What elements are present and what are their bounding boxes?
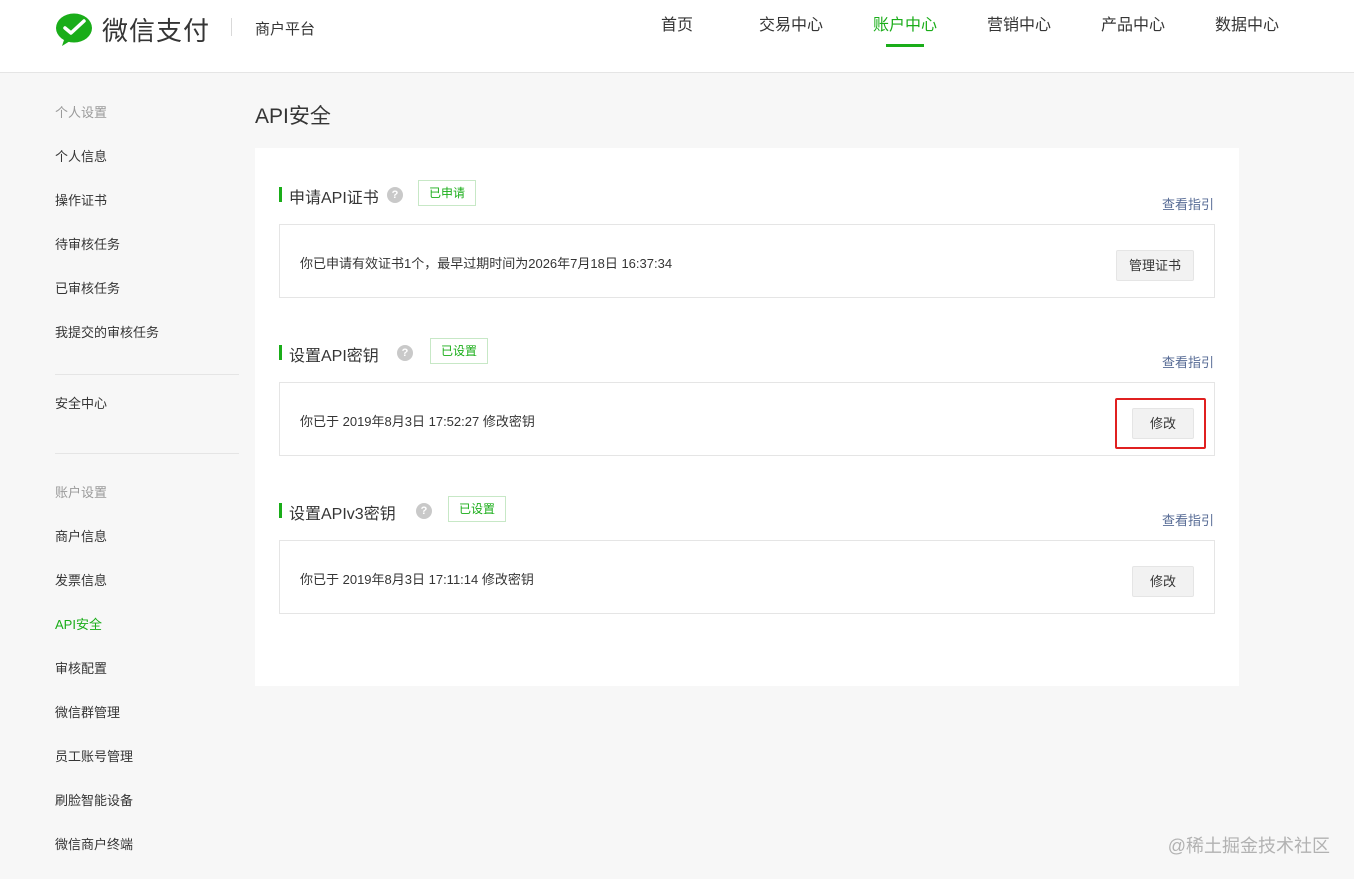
sidebar-divider xyxy=(55,453,239,454)
wechat-pay-logo-icon xyxy=(56,13,92,46)
sidebar-group-title-personal: 个人设置 xyxy=(55,105,108,120)
help-icon[interactable]: ? xyxy=(416,503,432,519)
section-header-apiv3-key: 设置APIv3密钥 ? 已设置 查看指引 xyxy=(279,496,1214,529)
sidebar-item-operation-cert[interactable]: 操作证书 xyxy=(55,170,239,214)
watermark-text: @稀土掘金技术社区 xyxy=(1167,836,1330,856)
sidebar-item-invoice-info[interactable]: 发票信息 xyxy=(55,550,239,594)
guide-link[interactable]: 查看指引 xyxy=(1162,194,1214,213)
section-header-api-cert: 申请API证书 ? 已申请 查看指引 xyxy=(279,180,1214,213)
section-accent-bar xyxy=(279,187,282,202)
header-divider xyxy=(231,18,232,36)
section-accent-bar xyxy=(279,345,282,360)
sidebar-item-api-security[interactable]: API安全 xyxy=(55,594,239,638)
sidebar-item-merchant-terminal[interactable]: 微信商户终端 xyxy=(55,814,239,858)
nav-data-center[interactable]: 数据中心 xyxy=(1190,0,1304,73)
section-title: 设置API密钥 xyxy=(289,348,379,365)
manage-cert-button[interactable]: 管理证书 xyxy=(1116,250,1194,281)
platform-name: 商户平台 xyxy=(255,21,316,38)
sidebar-item-pending-review[interactable]: 待审核任务 xyxy=(55,214,239,258)
guide-link[interactable]: 查看指引 xyxy=(1162,510,1214,529)
top-nav: 首页 交易中心 账户中心 营销中心 产品中心 数据中心 xyxy=(620,0,1304,73)
status-badge: 已申请 xyxy=(418,180,477,206)
section-accent-bar xyxy=(279,503,282,518)
page-title: API安全 xyxy=(255,105,331,128)
section-header-api-key: 设置API密钥 ? 已设置 查看指引 xyxy=(279,338,1214,371)
section-description: 你已于 2019年8月3日 17:52:27 修改密钥 xyxy=(300,414,535,429)
highlight-annotation-box xyxy=(1115,398,1206,449)
section-title: 设置APIv3密钥 xyxy=(289,506,396,523)
sidebar-item-review-config[interactable]: 审核配置 xyxy=(55,638,239,682)
sidebar-item-my-submitted[interactable]: 我提交的审核任务 xyxy=(55,302,239,358)
modify-apiv3-key-button[interactable]: 修改 xyxy=(1132,566,1194,597)
sidebar: 个人设置 个人信息 操作证书 待审核任务 已审核任务 我提交的审核任务 安全中心… xyxy=(55,100,239,858)
section-title: 申请API证书 xyxy=(289,190,379,207)
section-description: 你已于 2019年8月3日 17:11:14 修改密钥 xyxy=(300,572,534,587)
sidebar-item-reviewed[interactable]: 已审核任务 xyxy=(55,258,239,302)
status-badge: 已设置 xyxy=(448,496,507,522)
wechat-pay-logo[interactable]: 微信支付 xyxy=(55,11,210,48)
help-icon[interactable]: ? xyxy=(387,187,403,203)
nav-product-center[interactable]: 产品中心 xyxy=(1076,0,1190,73)
nav-marketing-center[interactable]: 营销中心 xyxy=(962,0,1076,73)
section-description: 你已申请有效证书1个，最早过期时间为2026年7月18日 16:37:34 xyxy=(300,256,673,271)
nav-home[interactable]: 首页 xyxy=(620,0,734,73)
sidebar-item-staff-accounts[interactable]: 员工账号管理 xyxy=(55,726,239,770)
sidebar-item-security-center[interactable]: 安全中心 xyxy=(55,375,239,417)
section-box-api-cert: 你已申请有效证书1个，最早过期时间为2026年7月18日 16:37:34 管理… xyxy=(279,224,1215,298)
help-icon[interactable]: ? xyxy=(397,345,413,361)
guide-link[interactable]: 查看指引 xyxy=(1162,352,1214,371)
brand-name: 微信支付 xyxy=(102,16,211,46)
sidebar-item-wechat-group[interactable]: 微信群管理 xyxy=(55,682,239,726)
sidebar-item-face-devices[interactable]: 刷脸智能设备 xyxy=(55,770,239,814)
section-box-api-key: 你已于 2019年8月3日 17:52:27 修改密钥 修改 xyxy=(279,382,1215,456)
nav-trade-center[interactable]: 交易中心 xyxy=(734,0,848,73)
section-box-apiv3-key: 你已于 2019年8月3日 17:11:14 修改密钥 修改 xyxy=(279,540,1215,614)
sidebar-item-personal-info[interactable]: 个人信息 xyxy=(55,126,239,170)
api-security-card: 申请API证书 ? 已申请 查看指引 你已申请有效证书1个，最早过期时间为202… xyxy=(255,148,1239,686)
nav-account-center[interactable]: 账户中心 xyxy=(848,0,962,73)
sidebar-item-merchant-info[interactable]: 商户信息 xyxy=(55,506,239,550)
top-header: 微信支付 商户平台 首页 交易中心 账户中心 营销中心 产品中心 数据中心 xyxy=(0,0,1354,73)
status-badge: 已设置 xyxy=(430,338,489,364)
sidebar-group-title-account: 账户设置 xyxy=(55,485,108,500)
